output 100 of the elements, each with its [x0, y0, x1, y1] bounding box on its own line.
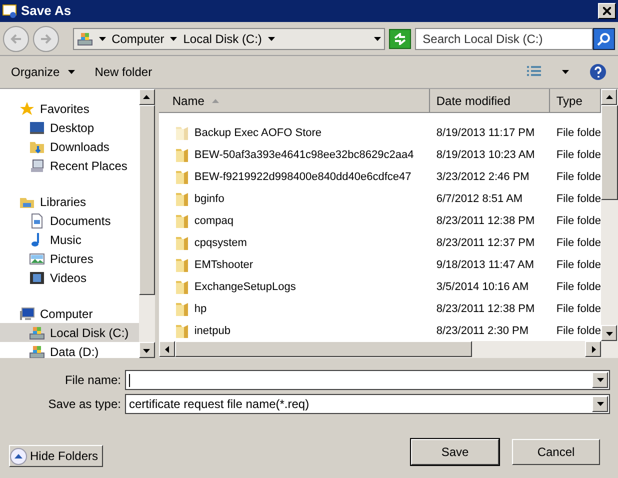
- file-name: ExchangeSetupLogs: [194, 280, 296, 295]
- window-icon: [29, 158, 45, 174]
- nav-item[interactable]: Documents: [0, 211, 139, 230]
- nav-item[interactable]: Pictures: [0, 249, 139, 268]
- scroll-arrow-button[interactable]: [159, 341, 176, 357]
- refresh-arrows-icon: [392, 32, 407, 44]
- right-arrow-icon: [40, 34, 52, 44]
- field-label: Save as type:: [47, 396, 121, 413]
- file-row[interactable]: ExchangeSetupLogs 3/5/2014 10:16 AM File folde: [159, 276, 601, 298]
- column-header[interactable]: Type: [550, 89, 601, 113]
- close-button[interactable]: [598, 3, 616, 19]
- folder-icon: [175, 147, 190, 163]
- date-cell-text: 8/23/2011 2:30 PM: [435, 324, 530, 339]
- nav-item[interactable]: Desktop: [0, 118, 139, 137]
- column-header[interactable]: Date modified: [430, 89, 550, 113]
- nav-item[interactable]: Data (D:): [0, 342, 139, 358]
- dialog-button[interactable]: Save: [411, 439, 499, 465]
- folder-icon: [175, 257, 190, 273]
- type-cell-text: File folde: [555, 236, 601, 251]
- landscape-icon: [29, 250, 45, 266]
- file-name: bginfo: [194, 192, 224, 207]
- date-cell-text: 8/19/2013 11:17 PM: [435, 126, 536, 141]
- file-row[interactable]: cpqsystem 8/23/2011 12:37 PM File folde: [159, 232, 601, 254]
- file-name: EMTshooter: [194, 258, 254, 273]
- file-name: BEW-50af3a393e4641c98ee32bc8629c2aa4: [194, 148, 414, 163]
- field-value: certificate request file name(*.req): [129, 396, 310, 413]
- type-cell-text: File folde: [555, 258, 601, 273]
- file-name: inetpub: [194, 324, 230, 339]
- drive-icon: [76, 30, 93, 46]
- toolbar-button[interactable]: Organize: [11, 63, 75, 81]
- toolbar-button[interactable]: New folder: [94, 63, 152, 81]
- folder-icon: [175, 169, 190, 185]
- dropdown-caret-icon: [562, 70, 569, 74]
- date-cell-text: 8/23/2011 12:38 PM: [435, 302, 536, 317]
- drive-icon: [29, 324, 45, 340]
- breadcrumb-caret-icon: [170, 36, 178, 40]
- nav-item[interactable]: Recent Places: [0, 156, 139, 175]
- folder-icon: [175, 191, 190, 207]
- scroll-thumb[interactable]: [175, 341, 472, 357]
- file-row[interactable]: Backup Exec AOFO Store 8/19/2013 11:17 PM File folde: [159, 122, 601, 144]
- scroll-down-arrow-icon: [143, 346, 150, 354]
- type-cell-text: File folde: [555, 280, 601, 295]
- file-type-dropdown[interactable]: certificate request file name(*.req): [125, 394, 610, 414]
- document-icon: [29, 212, 45, 228]
- nav-group-label[interactable]: Favorites: [40, 100, 90, 118]
- breadcrumb-item[interactable]: Computer: [112, 30, 164, 48]
- file-row[interactable]: hp 8/23/2011 12:38 PM File folde: [159, 298, 601, 320]
- folder-icon: [175, 301, 190, 317]
- folder-icon: [175, 125, 190, 141]
- nav-item[interactable]: Downloads: [0, 137, 139, 156]
- scroll-thumb[interactable]: [601, 105, 618, 200]
- address-bar[interactable]: Computer Local Disk (C:): [72, 28, 385, 50]
- nav-item[interactable]: Music: [0, 230, 139, 249]
- scroll-up-arrow-icon: [143, 94, 150, 100]
- search-field[interactable]: Search Local Disk (C:): [414, 28, 594, 50]
- nav-group-label[interactable]: Libraries: [40, 192, 86, 210]
- monitor-icon: [19, 306, 35, 322]
- scroll-thumb[interactable]: [138, 105, 156, 295]
- scroll-arrow-button[interactable]: [138, 89, 155, 105]
- folder-icon: [175, 213, 190, 229]
- scroll-arrow-button[interactable]: [601, 89, 617, 105]
- dropdown-caret-icon: [68, 70, 75, 74]
- breadcrumb-caret-icon: [98, 36, 106, 40]
- file-row[interactable]: BEW-50af3a393e4641c98ee32bc8629c2aa4 8/19/2013 10:23 AM File folde: [159, 144, 601, 166]
- file-row[interactable]: compaq 8/23/2011 12:38 PM File folde: [159, 210, 601, 232]
- file-name: cpqsystem: [194, 236, 247, 251]
- folder-icon: [175, 279, 190, 295]
- breadcrumb-item[interactable]: Local Disk (C:): [183, 30, 262, 48]
- scroll-arrow-button[interactable]: [585, 341, 601, 357]
- search-button[interactable]: [593, 28, 615, 50]
- file-row[interactable]: inetpub 8/23/2011 2:30 PM File folde: [159, 320, 601, 341]
- nav-item[interactable]: Local Disk (C:): [0, 323, 139, 342]
- file-name: BEW-f9219922d998400e840dd40e6cdfce47: [194, 170, 412, 185]
- date-cell-text: 8/23/2011 12:38 PM: [435, 214, 536, 229]
- file-row[interactable]: BEW-f9219922d998400e840dd40e6cdfce47 3/23/2012 2:46 PM File folde: [159, 166, 601, 188]
- scroll-arrow-button[interactable]: [138, 342, 155, 358]
- date-cell-text: 3/5/2014 10:16 AM: [435, 280, 530, 295]
- refresh-button[interactable]: [388, 28, 411, 48]
- type-cell-text: File folde: [555, 324, 601, 339]
- folder-icon: [175, 235, 190, 251]
- file-name: hp: [194, 302, 207, 317]
- hide-folders-button[interactable]: Hide Folders: [9, 445, 104, 467]
- date-cell-text: 6/7/2012 8:51 AM: [435, 192, 524, 207]
- type-cell-text: File folde: [555, 192, 601, 207]
- help-icon[interactable]: [589, 63, 607, 81]
- file-row[interactable]: EMTshooter 9/18/2013 11:47 AM File folde: [159, 254, 601, 276]
- breadcrumb-caret-icon: [268, 36, 275, 40]
- scroll-right-arrow-icon: [590, 346, 596, 352]
- file-row[interactable]: bginfo 6/7/2012 8:51 AM File folde: [159, 188, 601, 210]
- date-cell-text: 3/23/2012 2:46 PM: [435, 170, 530, 185]
- left-arrow-icon: [10, 34, 22, 44]
- nav-item[interactable]: Videos: [0, 268, 139, 287]
- dropdown-caret-icon: [596, 378, 604, 382]
- file-name-field[interactable]: [125, 370, 610, 390]
- file-name: Backup Exec AOFO Store: [194, 126, 322, 141]
- column-header[interactable]: Name: [159, 89, 430, 113]
- nav-group-label[interactable]: Computer: [40, 304, 93, 322]
- star-icon: [19, 100, 35, 116]
- scroll-arrow-button[interactable]: [601, 325, 617, 341]
- dialog-button[interactable]: Cancel: [512, 439, 600, 465]
